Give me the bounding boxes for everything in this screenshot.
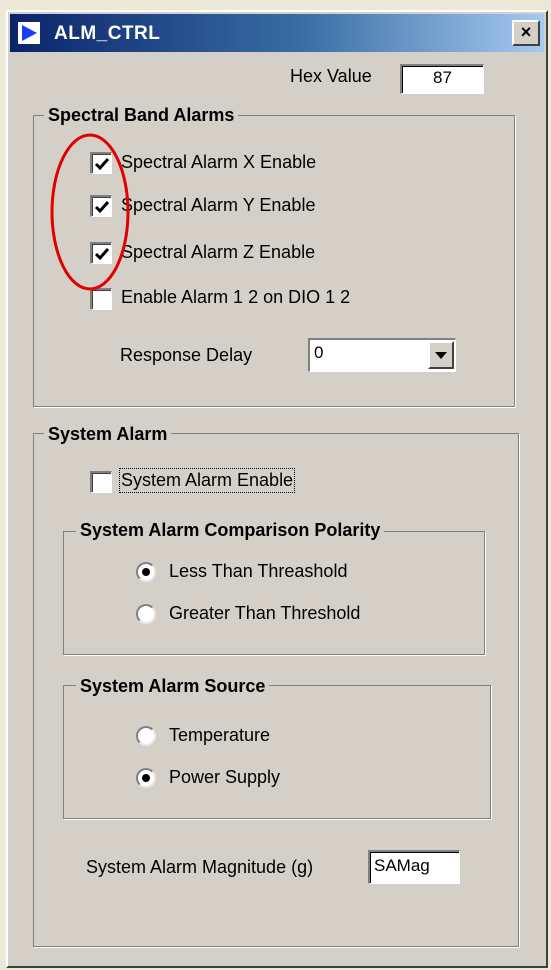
- chevron-down-icon: [435, 352, 447, 359]
- response-delay-label: Response Delay: [120, 345, 253, 365]
- temperature-radio[interactable]: [136, 726, 156, 746]
- close-icon: ×: [520, 22, 532, 42]
- hex-value-field[interactable]: 87: [400, 64, 484, 94]
- greater-than-threshold-radio[interactable]: [136, 604, 156, 624]
- alarm-magnitude-value: SAMag: [374, 856, 430, 875]
- radio-selected-dot: [142, 568, 150, 576]
- system-alarm-legend: System Alarm: [44, 424, 172, 445]
- spectral-x-label[interactable]: Spectral Alarm X Enable: [121, 152, 316, 173]
- less-than-threshold-label[interactable]: Less Than Threashold: [169, 561, 347, 582]
- alm-ctrl-dialog: ALM_CTRL × Hex Value 87 Spectral Band Al…: [6, 10, 548, 968]
- alarm-magnitude-field[interactable]: SAMag: [368, 850, 460, 884]
- power-supply-label[interactable]: Power Supply: [169, 767, 280, 788]
- comparison-polarity-group: [64, 532, 484, 654]
- alarm-source-legend: System Alarm Source: [76, 676, 270, 697]
- comparison-polarity-legend: System Alarm Comparison Polarity: [76, 520, 385, 541]
- spectral-band-alarms-legend: Spectral Band Alarms: [44, 105, 239, 126]
- title-bar[interactable]: ALM_CTRL ×: [10, 14, 544, 52]
- hex-value-text: 87: [433, 68, 452, 87]
- window-title: ALM_CTRL: [54, 23, 161, 44]
- spectral-z-label[interactable]: Spectral Alarm Z Enable: [121, 242, 315, 263]
- annotation-ellipse: [50, 133, 130, 291]
- spectral-y-label[interactable]: Spectral Alarm Y Enable: [121, 195, 315, 216]
- system-alarm-enable-checkbox[interactable]: [90, 471, 112, 493]
- temperature-label[interactable]: Temperature: [169, 725, 270, 746]
- radio-selected-dot: [142, 774, 150, 782]
- alarm-source-group: [64, 686, 490, 818]
- hex-value-label: Hex Value: [290, 66, 372, 86]
- close-button[interactable]: ×: [512, 20, 540, 46]
- response-delay-select[interactable]: 0: [308, 338, 456, 372]
- greater-than-threshold-label[interactable]: Greater Than Threshold: [169, 603, 360, 624]
- play-arrow-icon: [18, 22, 40, 44]
- enable-alarm-dio-label[interactable]: Enable Alarm 1 2 on DIO 1 2: [121, 287, 350, 308]
- response-delay-value: 0: [314, 343, 324, 362]
- alarm-magnitude-label: System Alarm Magnitude (g): [86, 857, 314, 877]
- power-supply-radio[interactable]: [136, 768, 156, 788]
- dropdown-button[interactable]: [428, 341, 454, 369]
- less-than-threshold-radio[interactable]: [136, 562, 156, 582]
- system-alarm-enable-label[interactable]: System Alarm Enable: [118, 468, 296, 493]
